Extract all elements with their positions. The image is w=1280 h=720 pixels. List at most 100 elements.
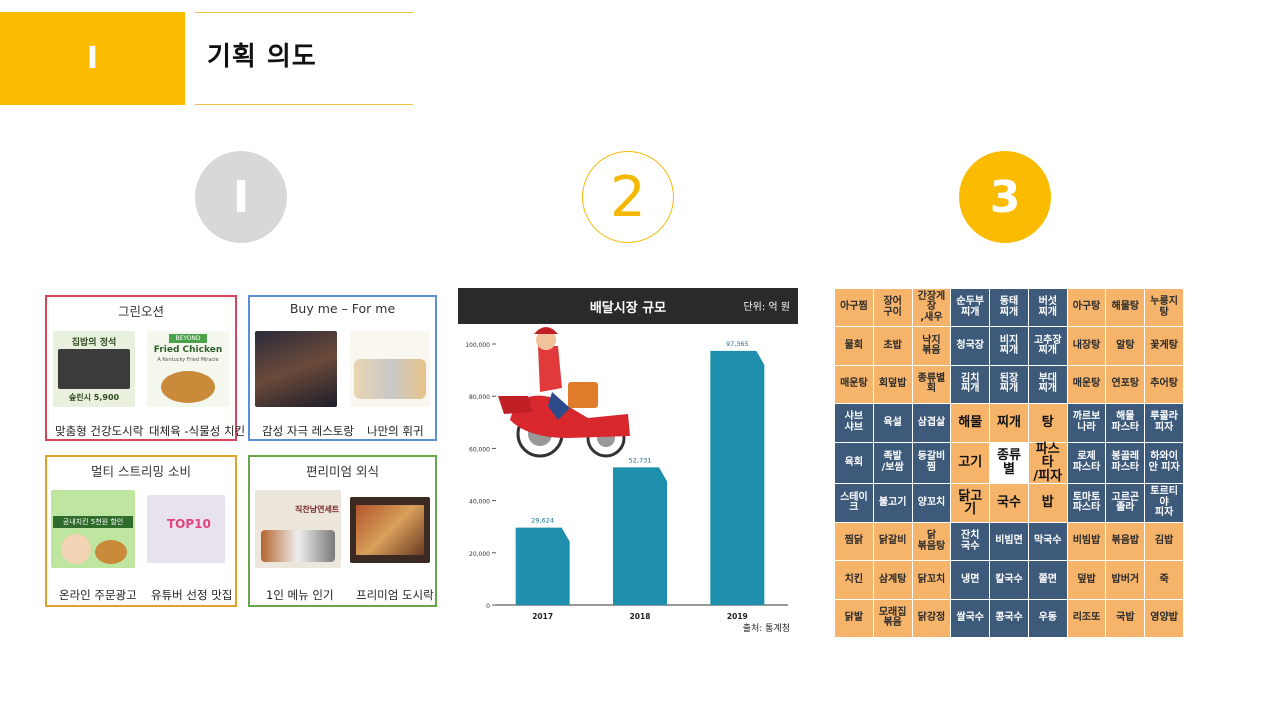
food-cell: 루콜라 피자: [1145, 404, 1183, 442]
food-cell: 닭 볶음탕: [912, 522, 951, 561]
food-cell: 김치 찌개: [951, 365, 990, 404]
food-cell: 해물탕: [1106, 289, 1145, 327]
food-cell: 비빔밥: [1067, 522, 1106, 561]
delivery-rider-illustration: [498, 327, 630, 458]
meal-text: 직찬남연세트: [295, 505, 340, 514]
ad-text: 공내치킨 5천원 할인: [53, 516, 133, 528]
y-tick-label: 100,000: [465, 342, 490, 349]
food-cell: 누룽지 탕: [1145, 289, 1183, 327]
bar-value-label: 29,624: [531, 517, 554, 525]
food-cell: 토르티야 피자: [1145, 484, 1183, 522]
food-cell: 순두부 찌개: [951, 289, 990, 327]
trend-caption: 나만의 휘귀: [367, 424, 424, 438]
bar-value-label: 97,365: [726, 340, 749, 348]
trend-caption: 맞춤형 건강도시락: [55, 424, 144, 438]
title-top-rule: [195, 12, 413, 13]
food-cell: 고기: [951, 442, 990, 484]
food-cell: 로제 파스타: [1067, 442, 1106, 484]
page-title: 기획 의도: [207, 42, 317, 72]
food-cell: 국수: [990, 484, 1028, 522]
delivery-market-chart: 배달시장 규모 단위: 억 원 0 20,000 40,000 60,000 80,00…: [458, 288, 798, 638]
food-cell: 쌀국수: [951, 599, 990, 637]
x-tick-label: 2019: [727, 612, 748, 621]
food-cell: 모래집 볶음: [873, 599, 912, 637]
food-cell: 비지 찌개: [990, 327, 1028, 365]
premium-lunchbox-shape: [356, 505, 424, 555]
trend-box-title: 멀티 스트리밍 소비: [91, 464, 191, 479]
section-number: I: [86, 41, 99, 76]
food-cell: 봉골레 파스타: [1106, 442, 1145, 484]
food-cell: 양꼬치: [912, 484, 951, 522]
trend-caption: 1인 메뉴 인기: [266, 588, 334, 602]
step-circle-2: 2: [582, 151, 674, 243]
lunchbox-image-title: 집밥의 정석: [71, 338, 117, 348]
trend-box-streaming: 멀티 스트리밍 소비 공내치킨 5천원 할인 TOP10 온라인 주문광고 유튜…: [45, 455, 237, 607]
food-cell: 덮밥: [1067, 561, 1106, 599]
beyond-chicken-image: BEYOND Fried Chicken A Kentucky Fried Mi…: [147, 331, 229, 407]
beyond-brand: BEYOND: [169, 334, 207, 343]
beyond-product: Fried Chicken: [153, 345, 223, 355]
food-cell: 하와이 안 피자: [1145, 442, 1183, 484]
food-cell: 초밥: [873, 327, 912, 365]
food-cell: 불고기: [873, 484, 912, 522]
top10-image: TOP10: [147, 495, 225, 563]
trend-box-title: 그린오션: [117, 304, 164, 319]
food-cell: 아구탕: [1067, 289, 1106, 327]
food-cell: 동태 찌개: [990, 289, 1028, 327]
food-cell: 닭고기: [951, 484, 990, 522]
top10-text: TOP10: [167, 517, 211, 531]
food-cell: 우동: [1028, 599, 1067, 637]
food-cell: 회덮밥: [873, 365, 912, 404]
chart-plot: 0 20,000 40,000 60,000 80,000 100,000 29,624 20…: [465, 327, 788, 621]
food-cell: 된장 찌개: [990, 365, 1028, 404]
food-cell: 콩국수: [990, 599, 1028, 637]
fried-chicken-shape: [161, 371, 215, 403]
food-cell: 리조또: [1067, 599, 1106, 637]
x-tick-label: 2017: [532, 612, 553, 621]
y-tick-label: 40,000: [469, 499, 490, 506]
food-cell: 밥버거: [1106, 561, 1145, 599]
food-cell: 토마토 파스타: [1067, 484, 1106, 522]
bar: [613, 467, 667, 605]
food-cell: 매운탕: [835, 365, 873, 404]
trend-box-title: Buy me – For me: [289, 301, 396, 316]
food-cell: 간장게장 ,새우: [912, 289, 951, 327]
y-tick-label: 60,000: [469, 446, 490, 453]
food-cell: 까르보 나라: [1067, 404, 1106, 442]
trend-caption: 프리미엄 도시락: [356, 588, 434, 602]
food-cell: 등갈비 찜: [912, 442, 951, 484]
trend-caption: 온라인 주문광고: [59, 588, 137, 602]
food-cell: 영양밥: [1145, 599, 1183, 637]
food-cell: 닭강정: [912, 599, 951, 637]
bar: [515, 527, 570, 605]
step-circle-1: I: [195, 151, 287, 243]
lunchbox-image: 집밥의 정석 숲린시 5,900: [53, 331, 135, 407]
trend-box-buy-me: Buy me – For me 감성 자극 레스토랑 나만의 휘귀: [248, 295, 437, 441]
step-circle-3: 3: [959, 151, 1051, 243]
food-cell: 육설: [873, 404, 912, 442]
food-category-grid: 아구찜 장어 구이 간장게장 ,새우 순두부 찌개 동태 찌개 버섯 찌개 아구탕 해물탕 누룽…: [835, 289, 1183, 637]
y-tick-label: 20,000: [469, 551, 490, 558]
food-cell: 물회: [835, 327, 873, 365]
food-cell: 매운탕: [1067, 365, 1106, 404]
food-cell: 종류별 회: [912, 365, 951, 404]
food-cell: 냉면: [951, 561, 990, 599]
trend-box-title: 편리미엄 외식: [306, 464, 379, 479]
gift-shape: [354, 359, 426, 399]
gift-set-image: [350, 331, 430, 407]
food-cell: 치킨: [835, 561, 873, 599]
food-cell: 족발 /보쌈: [873, 442, 912, 484]
x-tick-label: 2018: [630, 612, 651, 621]
food-cell: 내장탕: [1067, 327, 1106, 365]
person-shape: [61, 534, 91, 564]
lunchbox-price: 숲린시 5,900: [68, 393, 120, 402]
food-cell: 샤브 샤브: [835, 404, 873, 442]
lunchbox-tray: [58, 349, 130, 389]
single-meal-image: 직찬남연세트: [255, 490, 341, 568]
food-cell: 꽃게탕: [1145, 327, 1183, 365]
food-cell: 닭꼬치: [912, 561, 951, 599]
food-cell: 김밥: [1145, 522, 1183, 561]
food-cell: 해물 파스타: [1106, 404, 1145, 442]
chicken-shape: [95, 540, 127, 564]
food-cell: 볶음밥: [1106, 522, 1145, 561]
